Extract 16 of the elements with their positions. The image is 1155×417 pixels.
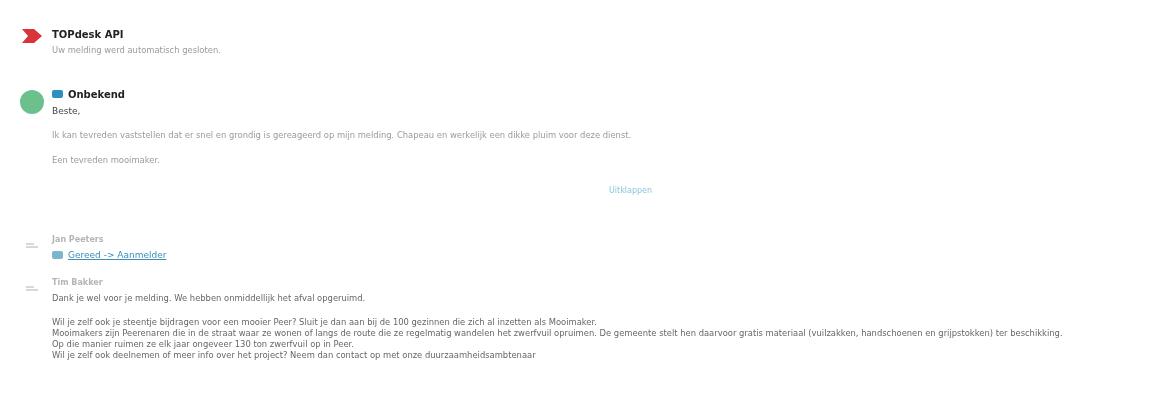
message-text: Wil je zelf ook je steentje bijdragen voor een mooier Peer? Sluit je dan aan bij de 100 gezinnen die zich al inzetten als Mooimaker. Mooimakers zijn Peerenaren die in de straat waar ze wonen of langs de route die ze regelmatig wandelen het zwerfvuil opruimen. De gemeente stelt hen daarvoor gratis materiaal (vuilzakken, handschoenen en grijpstokken) ter beschikking. Op die manier ruimen ze elk jaar ongeveer 130 ton zwerfvuil op in Peer. Wil je zelf ook deelnemen of meer info over het project? Neem dan contact op met onze duurzaamheidsambtenaar (52, 317, 1064, 361)
message-text: Beste, (52, 106, 82, 116)
author-name: Jan Peeters (52, 234, 104, 244)
author-name: Onbekend (68, 88, 125, 100)
message-text: Dank je wel voor je melding. We hebben onmiddellijk het afval opgeruimd. (52, 293, 367, 304)
chevron-logo-icon (22, 29, 42, 43)
message-text: Uw melding werd automatisch gesloten. (52, 45, 222, 56)
message-icon (52, 90, 63, 98)
status-icon (52, 251, 63, 259)
status-link[interactable]: Gereed -> Aanmelder (68, 250, 167, 260)
author-name: TOPdesk API (52, 28, 124, 40)
avatar-icon (20, 90, 44, 114)
author-name: Tim Bakker (52, 277, 103, 287)
message-text: Ik kan tevreden vaststellen dat er snel en grondig is gereageerd op mijn melding. Chapeau en werkelijk een dikke pluim voor deze dienst. (52, 130, 633, 141)
message-text: Een tevreden mooimaker. (52, 155, 161, 166)
expand-link[interactable]: Uitklappen (608, 186, 653, 195)
